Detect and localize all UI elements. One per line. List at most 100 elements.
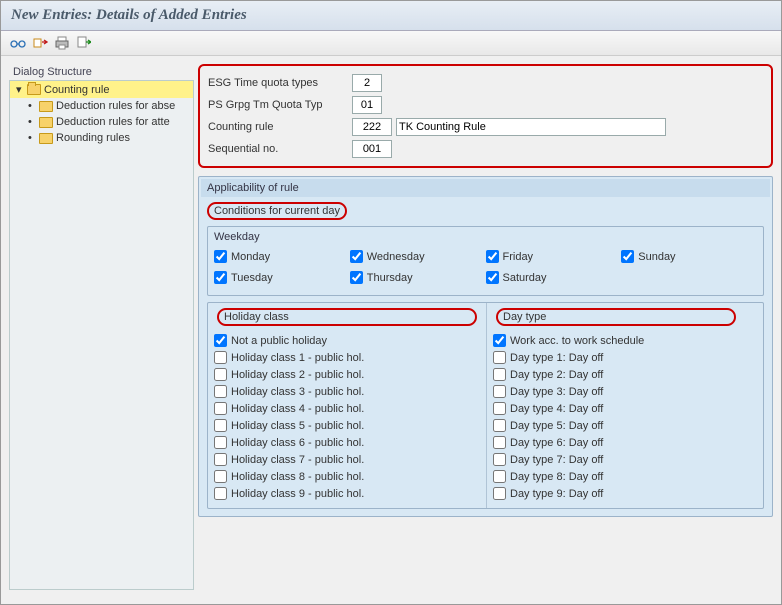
daytype-checkbox[interactable] [493,470,506,483]
weekday-row: Saturday [486,269,622,286]
folder-icon [39,133,53,144]
daytype-row: Day type 4: Day off [493,400,757,417]
header-fields-frame: ESG Time quota types PS Grpg Tm Quota Ty… [198,64,773,168]
tree-item-rounding-rules[interactable]: • Rounding rules [10,130,193,146]
tree: ▾ Counting rule • Deduction rules for ab… [9,80,194,590]
daytype-label: Day type 8: Day off [510,471,603,483]
seqno-label: Sequential no. [208,143,348,155]
daytype-label: Day type 3: Day off [510,386,603,398]
weekday-checkbox[interactable] [621,250,634,263]
countrule-code-input[interactable] [352,118,392,136]
holiday-label: Not a public holiday [231,335,327,347]
holiday-row: Holiday class 2 - public hol. [214,366,480,383]
weekday-title: Weekday [210,229,761,245]
holiday-checkbox[interactable] [214,436,227,449]
folder-icon [39,117,53,128]
weekday-checkbox[interactable] [486,250,499,263]
holiday-checkbox[interactable] [214,470,227,483]
weekday-checkbox[interactable] [350,250,363,263]
weekday-row: Monday [214,248,350,265]
daytype-checkbox[interactable] [493,402,506,415]
daytype-checkbox[interactable] [493,487,506,500]
print-icon[interactable] [53,34,71,52]
holiday-row: Holiday class 4 - public hol. [214,400,480,417]
delimit-icon[interactable] [31,34,49,52]
main-panel: ESG Time quota types PS Grpg Tm Quota Ty… [198,64,773,590]
daytype-checkbox[interactable] [493,334,506,347]
holiday-checkbox[interactable] [214,368,227,381]
toolbar [1,31,781,56]
holiday-row: Holiday class 8 - public hol. [214,468,480,485]
daytype-checkbox[interactable] [493,419,506,432]
holiday-checkbox[interactable] [214,351,227,364]
daytype-row: Day type 2: Day off [493,366,757,383]
holiday-checkbox[interactable] [214,487,227,500]
daytype-row: Day type 5: Day off [493,417,757,434]
holiday-row: Holiday class 7 - public hol. [214,451,480,468]
seqno-input[interactable] [352,140,392,158]
weekday-label: Monday [231,251,270,263]
holiday-row: Holiday class 3 - public hol. [214,383,480,400]
weekday-label: Saturday [503,272,547,284]
weekday-row: Tuesday [214,269,350,286]
holiday-row: Holiday class 9 - public hol. [214,485,480,502]
psgrp-label: PS Grpg Tm Quota Typ [208,99,348,111]
holiday-row: Not a public holiday [214,332,480,349]
holiday-label: Holiday class 3 - public hol. [231,386,364,398]
daytype-label: Work acc. to work schedule [510,335,644,347]
holiday-row: Holiday class 1 - public hol. [214,349,480,366]
daytype-label: Day type 2: Day off [510,369,603,381]
holiday-checkbox[interactable] [214,402,227,415]
daytype-label: Day type 7: Day off [510,454,603,466]
holiday-label: Holiday class 6 - public hol. [231,437,364,449]
holiday-checkbox[interactable] [214,453,227,466]
holiday-row: Holiday class 6 - public hol. [214,434,480,451]
daytype-label: Day type 9: Day off [510,488,603,500]
weekday-row: Thursday [350,269,486,286]
glasses-icon[interactable] [9,34,27,52]
tree-item-counting-rule[interactable]: ▾ Counting rule [10,81,193,98]
holiday-label: Holiday class 4 - public hol. [231,403,364,415]
holiday-label: Holiday class 8 - public hol. [231,471,364,483]
holiday-checkbox[interactable] [214,334,227,347]
holiday-label: Holiday class 7 - public hol. [231,454,364,466]
weekday-label: Sunday [638,251,675,263]
holiday-title: Holiday class [217,308,477,326]
holiday-label: Holiday class 9 - public hol. [231,488,364,500]
esg-input[interactable] [352,74,382,92]
tree-item-label: Deduction rules for atte [56,116,170,128]
daytype-row: Day type 9: Day off [493,485,757,502]
app-window: New Entries: Details of Added Entries Di… [0,0,782,605]
weekday-checkbox[interactable] [486,271,499,284]
weekday-row: Wednesday [350,248,486,265]
countrule-desc-input[interactable] [396,118,666,136]
folder-icon [39,101,53,112]
daytype-row: Day type 6: Day off [493,434,757,451]
daytype-checkbox[interactable] [493,351,506,364]
save-next-icon[interactable] [75,34,93,52]
weekday-checkbox[interactable] [214,250,227,263]
weekday-label: Friday [503,251,534,263]
tree-item-label: Rounding rules [56,132,130,144]
folder-open-icon [27,84,41,95]
weekday-row: Sunday [621,248,757,265]
daytype-checkbox[interactable] [493,453,506,466]
esg-label: ESG Time quota types [208,77,348,89]
conditions-title: Conditions for current day [207,202,347,220]
window-title: New Entries: Details of Added Entries [1,1,781,31]
holiday-checkbox[interactable] [214,419,227,432]
tree-item-deduction-attendance[interactable]: • Deduction rules for atte [10,114,193,130]
daytype-label: Day type 1: Day off [510,352,603,364]
psgrp-input[interactable] [352,96,382,114]
tree-item-label: Counting rule [44,84,109,96]
daytype-checkbox[interactable] [493,385,506,398]
weekday-checkbox[interactable] [214,271,227,284]
tree-item-deduction-absence[interactable]: • Deduction rules for abse [10,98,193,114]
daytype-checkbox[interactable] [493,368,506,381]
weekday-checkbox[interactable] [350,271,363,284]
daytype-title: Day type [496,308,736,326]
weekday-group: Weekday Monday Wednesday Friday Sunday Tuesd… [207,226,764,296]
daytype-checkbox[interactable] [493,436,506,449]
holiday-checkbox[interactable] [214,385,227,398]
weekday-row: Friday [486,248,622,265]
